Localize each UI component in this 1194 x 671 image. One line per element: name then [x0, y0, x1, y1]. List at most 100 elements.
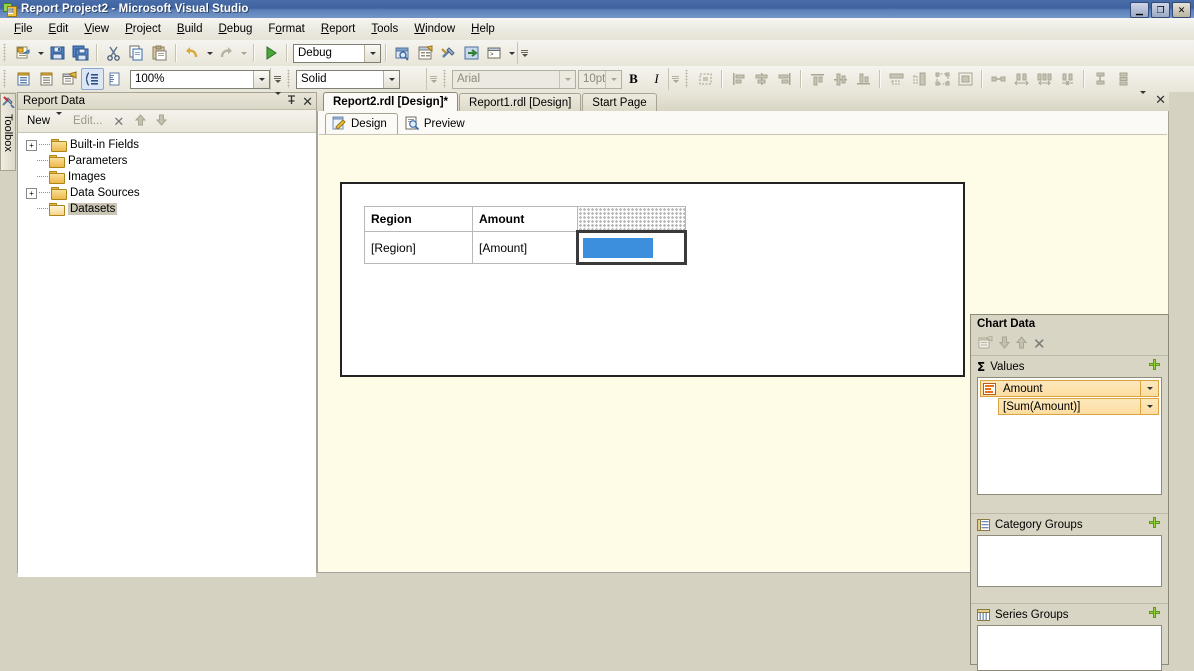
maximize-restore-button[interactable]: ❐ — [1151, 2, 1170, 18]
menu-build[interactable]: Build — [169, 20, 211, 38]
menu-window[interactable]: Window — [406, 20, 463, 38]
tab-report1-rdl-design[interactable]: Report1.rdl [Design] — [459, 93, 582, 111]
solution-explorer-icon[interactable] — [391, 42, 414, 64]
tree-item-images[interactable]: Images — [18, 169, 316, 185]
report-body[interactable]: Region Amount [Region] [Amount] — [340, 182, 965, 377]
databar-chart[interactable] — [583, 237, 653, 258]
tree-item-parameters[interactable]: Parameters — [18, 153, 316, 169]
new-project-dropdown-icon[interactable] — [35, 42, 46, 64]
chevron-down-icon[interactable] — [1140, 399, 1158, 414]
italic-icon[interactable]: I — [645, 68, 668, 90]
grouping-pane-icon[interactable] — [35, 68, 58, 90]
toolbar-grip[interactable] — [442, 70, 449, 88]
values-item[interactable]: Amount — [980, 380, 1159, 397]
series-groups-section-header: Series Groups — [971, 603, 1168, 625]
minimize-button[interactable]: ▁ — [1130, 2, 1149, 18]
report-outline-icon[interactable] — [81, 68, 104, 90]
redo-icon[interactable] — [215, 42, 238, 64]
menu-project[interactable]: Project — [117, 20, 169, 38]
border-toolbar-overflow-icon[interactable] — [426, 68, 440, 90]
document-close-icon[interactable]: ✕ — [1155, 93, 1166, 106]
report-data-icon[interactable] — [12, 68, 35, 90]
tab-start-page[interactable]: Start Page — [582, 93, 657, 111]
menu-view[interactable]: View — [76, 20, 117, 38]
report-properties-icon[interactable] — [58, 68, 81, 90]
redo-dropdown-icon[interactable] — [238, 42, 249, 64]
border-style-combo[interactable]: Solid — [296, 69, 400, 89]
toolbar-grip[interactable] — [2, 44, 9, 62]
font-family-dropdown-icon[interactable] — [559, 70, 575, 88]
toolbar-grip[interactable] — [684, 70, 691, 88]
command-window-dropdown-icon[interactable] — [506, 42, 517, 64]
new-project-icon[interactable] — [12, 42, 35, 64]
close-button[interactable]: ✕ — [1172, 2, 1191, 18]
command-window-icon[interactable]: > — [483, 42, 506, 64]
save-icon[interactable] — [46, 42, 69, 64]
menu-tools[interactable]: Tools — [363, 20, 406, 38]
close-icon[interactable]: ✕ — [302, 95, 313, 108]
add-plus-icon[interactable] — [1149, 607, 1160, 618]
series-groups-list[interactable] — [977, 625, 1162, 671]
tablix-detail-cell[interactable]: [Amount] — [472, 231, 578, 264]
tablix-chart-cell-selected[interactable] — [576, 230, 687, 265]
tablix-detail-cell[interactable]: [Region] — [364, 231, 473, 264]
save-all-icon[interactable] — [69, 42, 92, 64]
zoom-dropdown-icon[interactable] — [253, 70, 269, 88]
pin-icon[interactable] — [287, 94, 296, 108]
tree-item-data-sources[interactable]: + Data Sources — [18, 185, 316, 201]
new-dropdown-icon[interactable] — [56, 112, 67, 127]
tools-icon[interactable] — [437, 42, 460, 64]
cut-icon[interactable] — [102, 42, 125, 64]
configuration-dropdown-icon[interactable] — [364, 44, 380, 62]
chevron-down-icon[interactable] — [1140, 381, 1158, 396]
tree-item-datasets[interactable]: Datasets — [18, 201, 316, 217]
menu-edit[interactable]: Edit — [41, 20, 77, 38]
values-item-expression[interactable]: [Sum(Amount)] — [998, 398, 1159, 415]
tree-item-built-in-fields[interactable]: + Built-in Fields — [18, 137, 316, 153]
menu-help[interactable]: Help — [463, 20, 503, 38]
tablix-header-cell[interactable]: Amount — [472, 206, 578, 232]
report-toolbar-overflow-icon[interactable] — [270, 68, 284, 90]
tablix-header-cell-empty[interactable] — [577, 206, 686, 232]
values-list[interactable]: Amount [Sum(Amount)] — [977, 377, 1162, 495]
toolbar-grip[interactable] — [2, 70, 9, 88]
tablix-header-cell[interactable]: Region — [364, 206, 473, 232]
start-debug-play-icon[interactable] — [259, 42, 282, 64]
zoom-combo[interactable]: 100% — [130, 69, 270, 89]
expander-icon[interactable]: + — [26, 187, 37, 199]
font-family-combo[interactable]: Arial — [452, 69, 576, 89]
navigate-forward-icon[interactable] — [460, 42, 483, 64]
standard-toolbar-overflow-icon[interactable] — [517, 42, 531, 64]
tab-report2-rdl-design[interactable]: Report2.rdl [Design]* — [323, 92, 459, 111]
new-button[interactable]: New — [23, 113, 54, 129]
tab-design[interactable]: Design — [325, 113, 398, 134]
sidebar-item-toolbox[interactable]: Toolbox — [0, 93, 16, 171]
copy-icon[interactable] — [125, 42, 148, 64]
ruler-icon[interactable] — [104, 68, 127, 90]
toolbar-grip[interactable] — [286, 70, 293, 88]
menu-format[interactable]: Format — [260, 20, 312, 38]
document-tabs-dropdown-icon[interactable] — [1140, 90, 1147, 106]
tablix[interactable]: Region Amount [Region] [Amount] — [364, 206, 687, 265]
undo-icon[interactable] — [181, 42, 204, 64]
tab-preview[interactable]: Preview — [398, 113, 476, 134]
format-toolbar-overflow-icon[interactable] — [668, 68, 682, 90]
menu-debug[interactable]: Debug — [210, 20, 260, 38]
add-plus-icon[interactable] — [1149, 359, 1160, 370]
chevron-down-icon[interactable] — [275, 92, 282, 107]
category-groups-list[interactable] — [977, 535, 1162, 587]
menu-report[interactable]: Report — [313, 20, 364, 38]
menu-file[interactable]: File — [6, 20, 41, 38]
visual-studio-window: ▤ Report Project2 - Microsoft Visual Stu… — [0, 0, 1194, 671]
font-size-dropdown-icon[interactable] — [605, 70, 621, 88]
tree-item-label: Built-in Fields — [70, 139, 140, 151]
properties-window-icon[interactable] — [414, 42, 437, 64]
configuration-combo[interactable]: Debug — [293, 43, 381, 63]
bold-icon[interactable]: B — [622, 68, 645, 90]
add-plus-icon[interactable] — [1149, 517, 1160, 528]
font-size-combo[interactable]: 10pt — [578, 69, 622, 89]
undo-dropdown-icon[interactable] — [204, 42, 215, 64]
border-style-dropdown-icon[interactable] — [383, 70, 399, 88]
paste-icon[interactable] — [148, 42, 171, 64]
expander-icon[interactable]: + — [26, 139, 37, 151]
